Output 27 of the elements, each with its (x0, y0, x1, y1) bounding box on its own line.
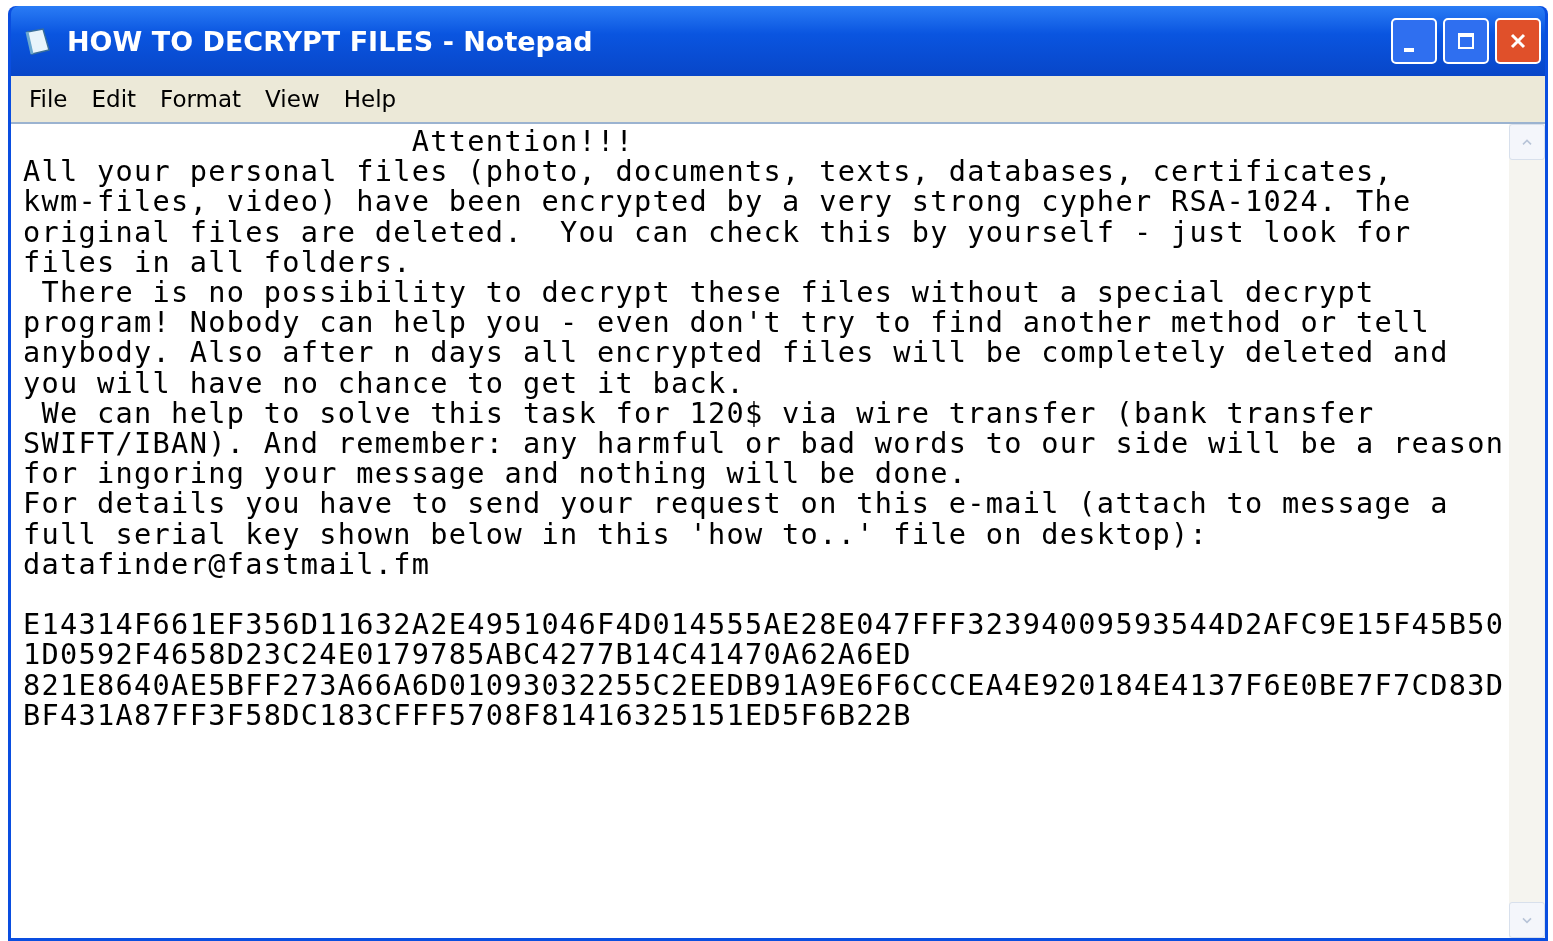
maximize-icon (1456, 31, 1476, 51)
notepad-icon (23, 26, 53, 56)
text-line: full serial key shown below in this 'how to..' file on desktop): (23, 518, 1209, 549)
text-line: original files are deleted. You can check this by yourself - just look for (23, 216, 1413, 247)
minimize-icon (1404, 48, 1414, 52)
close-icon (1508, 31, 1528, 51)
window-title: HOW TO DECRYPT FILES - Notepad (67, 25, 594, 57)
text-line: For details you have to send your request on this e-mail (attach to message a (23, 488, 1450, 519)
text-line: BF431A87FF3F58DC183CFFF5708F81416325151ED5F6B22B (23, 699, 913, 731)
text-line: kwm-files, video) have been encrypted by a very strong cypher RSA-1024. The (23, 186, 1413, 217)
text-line: anybody. Also after n days all encrypted files will be completely deleted and (23, 337, 1450, 368)
text-line: SWIFT/IBAN). And remember: any harmful or bad words to our side will be a reason (23, 428, 1506, 459)
maximize-button[interactable] (1443, 18, 1489, 64)
minimize-button[interactable] (1391, 18, 1437, 64)
close-button[interactable] (1495, 18, 1541, 64)
text-line: 1D0592F4658D23C24E0179785ABC4277B14C41470A62A6ED (23, 639, 913, 670)
menu-item[interactable]: Format (150, 84, 252, 114)
text-line: All your personal files (photo, documents, texts, databases, certificates, (23, 156, 1395, 187)
menu-item[interactable]: Help (333, 84, 407, 114)
text-line: There is no possibility to decrypt these files without a special decrypt (40, 277, 1376, 308)
menu-item[interactable]: Edit (81, 84, 147, 114)
text-line: 821E8640AE5BFF273A66A6D01093032255C2EEDB91A9E6F6CCCEA4E920184E4137F6E0BE7F7CD83D (23, 669, 1506, 700)
text-line: E14314F661EF356D11632A2E4951046F4D014555AE28E047FFF32394009593544D2AFC9E15F45B50 (23, 609, 1506, 640)
text-line: Attention!!! (410, 126, 635, 157)
menu-item[interactable]: View (255, 84, 330, 114)
menu-item[interactable]: File (19, 84, 78, 114)
text-line: you will have no chance to get it back. (23, 367, 746, 398)
